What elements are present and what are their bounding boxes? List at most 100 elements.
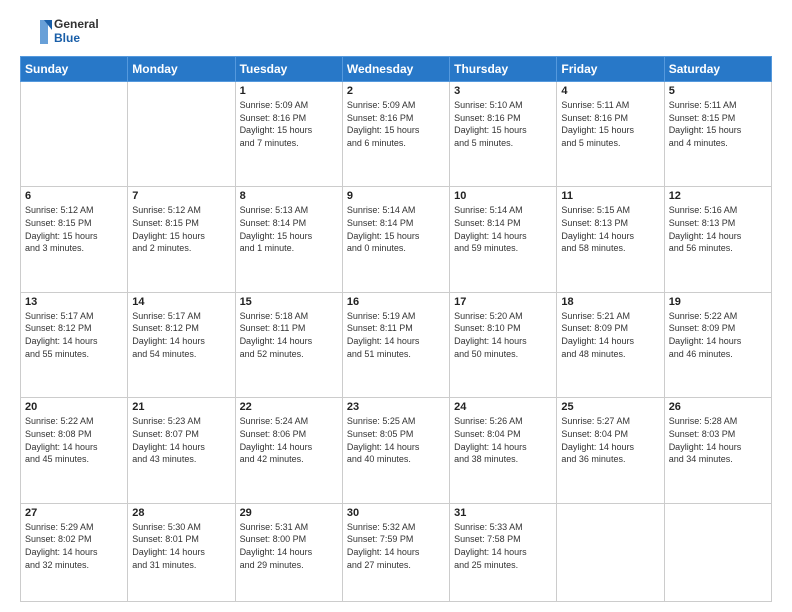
- calendar-cell: 20Sunrise: 5:22 AM Sunset: 8:08 PM Dayli…: [21, 398, 128, 503]
- day-number: 1: [240, 85, 338, 97]
- day-info: Sunrise: 5:27 AM Sunset: 8:04 PM Dayligh…: [561, 415, 659, 465]
- day-info: Sunrise: 5:16 AM Sunset: 8:13 PM Dayligh…: [669, 204, 767, 254]
- day-info: Sunrise: 5:25 AM Sunset: 8:05 PM Dayligh…: [347, 415, 445, 465]
- day-number: 31: [454, 507, 552, 519]
- day-info: Sunrise: 5:24 AM Sunset: 8:06 PM Dayligh…: [240, 415, 338, 465]
- calendar-cell: 31 Sunrise: 5:33 AM Sunset: 7:58 PM Dayli…: [450, 503, 557, 601]
- day-info: Sunrise: 5:15 AM Sunset: 8:13 PM Dayligh…: [561, 204, 659, 254]
- calendar-cell: 8Sunrise: 5:13 AM Sunset: 8:14 PM Daylig…: [235, 187, 342, 292]
- day-info: Sunrise: 5:29 AM Sunset: 8:02 PM Dayligh…: [25, 521, 123, 571]
- weekday-header-row: SundayMondayTuesdayWednesdayThursdayFrid…: [21, 57, 772, 82]
- calendar-cell: 19 Sunrise: 5:22 AM Sunset: 8:09 PM Dayli…: [664, 292, 771, 397]
- day-number: 15: [240, 296, 338, 308]
- day-info: Sunrise: 5:11 AM Sunset: 8:15 PM Dayligh…: [669, 99, 767, 149]
- day-info: Sunrise: 5:21 AM Sunset: 8:09 PM Dayligh…: [561, 310, 659, 360]
- day-number: 27: [25, 507, 123, 519]
- calendar-cell: 2Sunrise: 5:09 AM Sunset: 8:16 PM Daylig…: [342, 82, 449, 187]
- calendar-cell: 6Sunrise: 5:12 AM Sunset: 8:15 PM Daylig…: [21, 187, 128, 292]
- calendar-cell: 5 Sunrise: 5:11 AM Sunset: 8:15 PM Daylig…: [664, 82, 771, 187]
- day-number: 12: [669, 190, 767, 202]
- weekday-header-wednesday: Wednesday: [342, 57, 449, 82]
- day-info: Sunrise: 5:12 AM Sunset: 8:15 PM Dayligh…: [132, 204, 230, 254]
- day-info: Sunrise: 5:14 AM Sunset: 8:14 PM Dayligh…: [454, 204, 552, 254]
- day-number: 19: [669, 296, 767, 308]
- day-number: 16: [347, 296, 445, 308]
- day-number: 23: [347, 401, 445, 413]
- calendar-cell: [128, 82, 235, 187]
- calendar-cell: 23 Sunrise: 5:25 AM Sunset: 8:05 PM Dayli…: [342, 398, 449, 503]
- calendar-cell: 3Sunrise: 5:10 AM Sunset: 8:16 PM Daylig…: [450, 82, 557, 187]
- weekday-header-thursday: Thursday: [450, 57, 557, 82]
- day-number: 9: [347, 190, 445, 202]
- day-number: 30: [347, 507, 445, 519]
- calendar-cell: 10 Sunrise: 5:14 AM Sunset: 8:14 PM Dayli…: [450, 187, 557, 292]
- day-number: 11: [561, 190, 659, 202]
- day-info: Sunrise: 5:22 AM Sunset: 8:09 PM Dayligh…: [669, 310, 767, 360]
- calendar-cell: 16 Sunrise: 5:19 AM Sunset: 8:11 PM Dayli…: [342, 292, 449, 397]
- day-number: 18: [561, 296, 659, 308]
- day-number: 8: [240, 190, 338, 202]
- calendar-cell: 29 Sunrise: 5:31 AM Sunset: 8:00 PM Dayli…: [235, 503, 342, 601]
- day-number: 21: [132, 401, 230, 413]
- calendar-cell: 12 Sunrise: 5:16 AM Sunset: 8:13 PM Dayli…: [664, 187, 771, 292]
- calendar-cell: 18 Sunrise: 5:21 AM Sunset: 8:09 PM Dayli…: [557, 292, 664, 397]
- day-number: 24: [454, 401, 552, 413]
- calendar-table: SundayMondayTuesdayWednesdayThursdayFrid…: [20, 56, 772, 602]
- weekday-header-sunday: Sunday: [21, 57, 128, 82]
- day-info: Sunrise: 5:22 AM Sunset: 8:08 PM Dayligh…: [25, 415, 123, 465]
- calendar-cell: 25Sunrise: 5:27 AM Sunset: 8:04 PM Dayli…: [557, 398, 664, 503]
- calendar-cell: [21, 82, 128, 187]
- calendar-cell: 4 Sunrise: 5:11 AM Sunset: 8:16 PM Daylig…: [557, 82, 664, 187]
- day-info: Sunrise: 5:23 AM Sunset: 8:07 PM Dayligh…: [132, 415, 230, 465]
- calendar-cell: 24Sunrise: 5:26 AM Sunset: 8:04 PM Dayli…: [450, 398, 557, 503]
- day-number: 4: [561, 85, 659, 97]
- day-number: 7: [132, 190, 230, 202]
- day-info: Sunrise: 5:14 AM Sunset: 8:14 PM Dayligh…: [347, 204, 445, 254]
- day-number: 29: [240, 507, 338, 519]
- calendar-cell: 11 Sunrise: 5:15 AM Sunset: 8:13 PM Dayli…: [557, 187, 664, 292]
- day-info: Sunrise: 5:09 AM Sunset: 8:16 PM Dayligh…: [240, 99, 338, 149]
- day-info: Sunrise: 5:30 AM Sunset: 8:01 PM Dayligh…: [132, 521, 230, 571]
- calendar-cell: 1 Sunrise: 5:09 AM Sunset: 8:16 PM Daylig…: [235, 82, 342, 187]
- day-info: Sunrise: 5:17 AM Sunset: 8:12 PM Dayligh…: [25, 310, 123, 360]
- logo: General Blue: [20, 16, 99, 48]
- logo-svg: [20, 16, 52, 48]
- logo-text: General Blue: [54, 18, 99, 46]
- day-info: Sunrise: 5:31 AM Sunset: 8:00 PM Dayligh…: [240, 521, 338, 571]
- weekday-header-tuesday: Tuesday: [235, 57, 342, 82]
- day-number: 6: [25, 190, 123, 202]
- day-number: 2: [347, 85, 445, 97]
- day-number: 13: [25, 296, 123, 308]
- week-row-3: 13 Sunrise: 5:17 AM Sunset: 8:12 PM Dayli…: [21, 292, 772, 397]
- day-info: Sunrise: 5:28 AM Sunset: 8:03 PM Dayligh…: [669, 415, 767, 465]
- header: General Blue: [20, 16, 772, 48]
- logo-general: General: [54, 18, 99, 32]
- calendar-cell: [664, 503, 771, 601]
- calendar-cell: 28Sunrise: 5:30 AM Sunset: 8:01 PM Dayli…: [128, 503, 235, 601]
- day-number: 10: [454, 190, 552, 202]
- calendar-cell: 14 Sunrise: 5:17 AM Sunset: 8:12 PM Dayli…: [128, 292, 235, 397]
- calendar-cell: 13 Sunrise: 5:17 AM Sunset: 8:12 PM Dayli…: [21, 292, 128, 397]
- calendar-cell: 9 Sunrise: 5:14 AM Sunset: 8:14 PM Daylig…: [342, 187, 449, 292]
- calendar-cell: 27 Sunrise: 5:29 AM Sunset: 8:02 PM Dayli…: [21, 503, 128, 601]
- calendar-cell: 30 Sunrise: 5:32 AM Sunset: 7:59 PM Dayli…: [342, 503, 449, 601]
- day-number: 14: [132, 296, 230, 308]
- logo-blue: Blue: [54, 32, 99, 46]
- day-info: Sunrise: 5:32 AM Sunset: 7:59 PM Dayligh…: [347, 521, 445, 571]
- page: General Blue SundayMondayTuesdayWednesda…: [0, 0, 792, 612]
- weekday-header-monday: Monday: [128, 57, 235, 82]
- day-info: Sunrise: 5:20 AM Sunset: 8:10 PM Dayligh…: [454, 310, 552, 360]
- calendar-cell: 7 Sunrise: 5:12 AM Sunset: 8:15 PM Daylig…: [128, 187, 235, 292]
- day-info: Sunrise: 5:10 AM Sunset: 8:16 PM Dayligh…: [454, 99, 552, 149]
- day-number: 17: [454, 296, 552, 308]
- day-number: 22: [240, 401, 338, 413]
- day-info: Sunrise: 5:11 AM Sunset: 8:16 PM Dayligh…: [561, 99, 659, 149]
- week-row-5: 27 Sunrise: 5:29 AM Sunset: 8:02 PM Dayli…: [21, 503, 772, 601]
- day-info: Sunrise: 5:17 AM Sunset: 8:12 PM Dayligh…: [132, 310, 230, 360]
- day-number: 26: [669, 401, 767, 413]
- calendar-cell: 15Sunrise: 5:18 AM Sunset: 8:11 PM Dayli…: [235, 292, 342, 397]
- calendar-cell: [557, 503, 664, 601]
- day-info: Sunrise: 5:19 AM Sunset: 8:11 PM Dayligh…: [347, 310, 445, 360]
- day-number: 5: [669, 85, 767, 97]
- day-info: Sunrise: 5:33 AM Sunset: 7:58 PM Dayligh…: [454, 521, 552, 571]
